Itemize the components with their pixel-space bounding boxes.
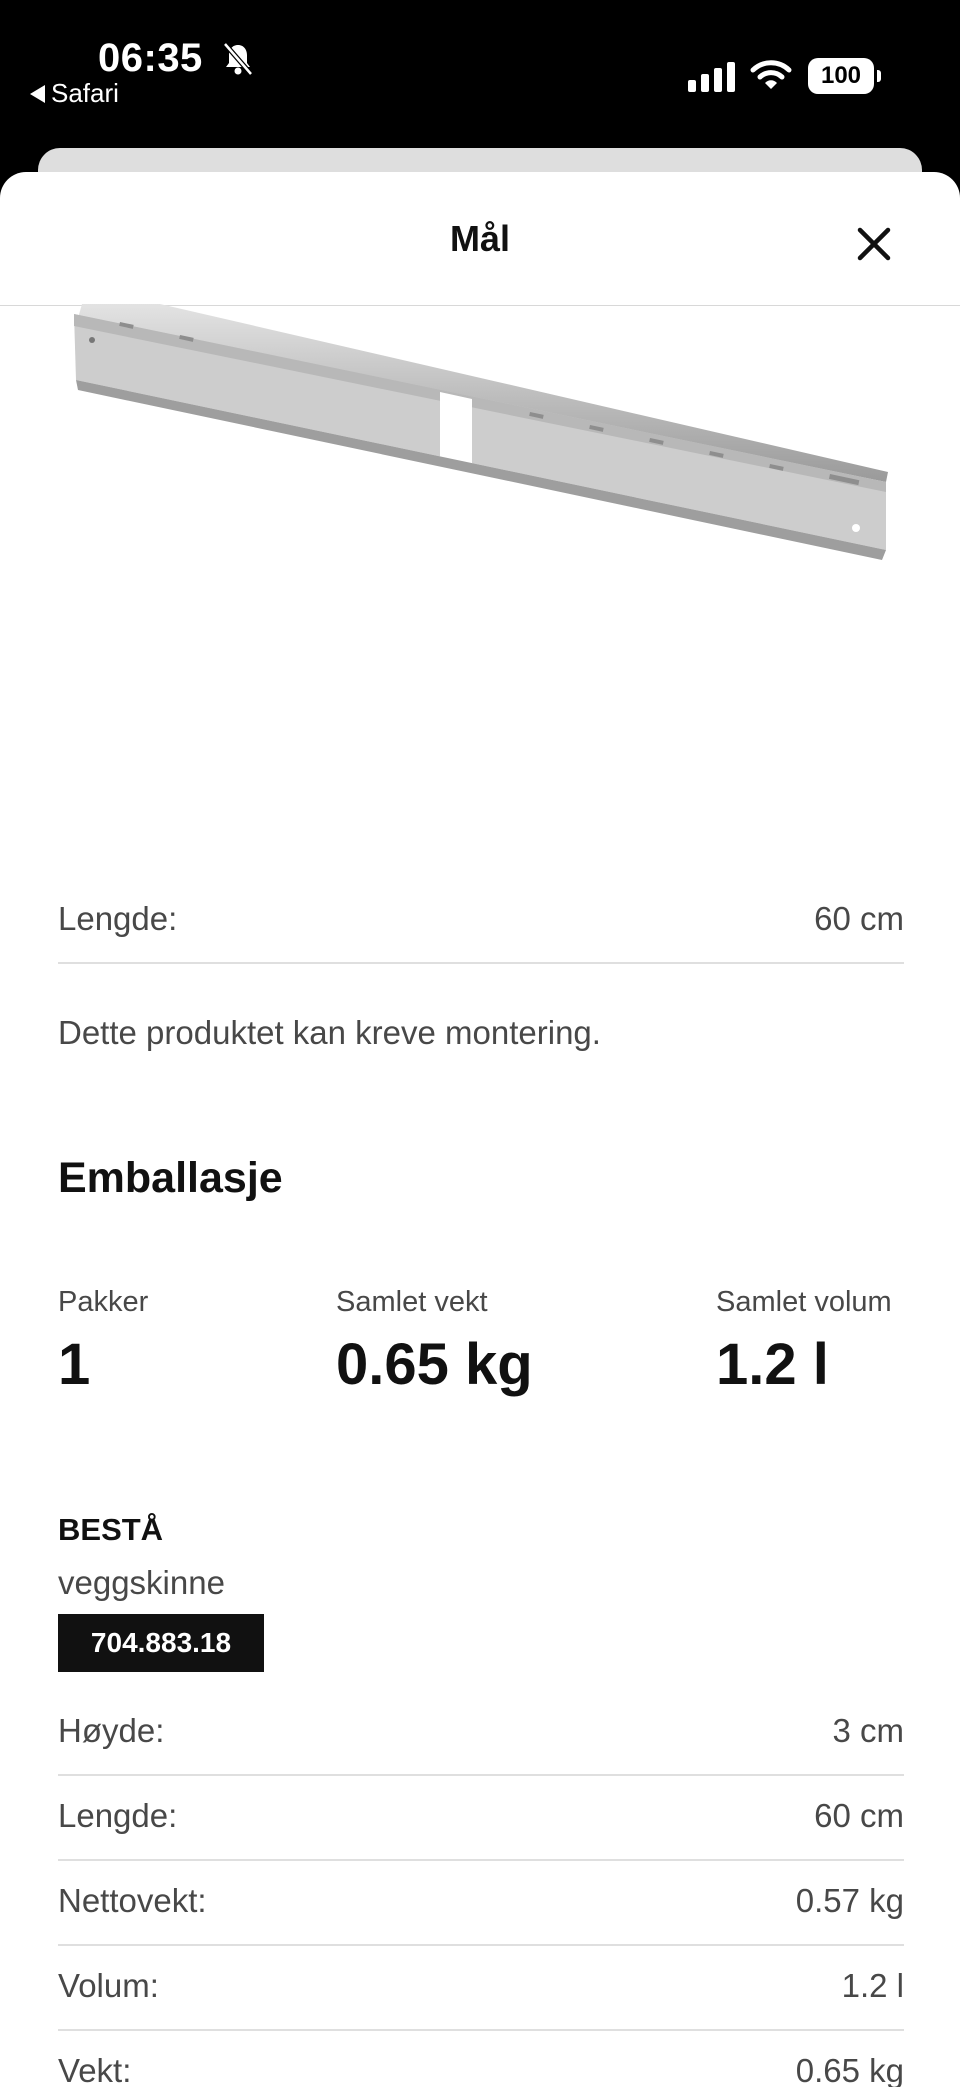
dimension-label: Lengde: <box>58 900 178 937</box>
back-triangle-icon <box>30 84 45 103</box>
dimensions-sheet: Mål Lengde: 60 cm Dette produktet kan kr… <box>0 172 960 2087</box>
close-icon <box>857 227 891 261</box>
stat-value: 1.2 l <box>716 1332 829 1397</box>
wifi-icon <box>750 60 792 89</box>
sheet-title: Mål <box>449 218 510 259</box>
spec-label: Nettovekt: <box>58 1882 207 1919</box>
total-weight-stat: Samlet vekt 0.65 kg <box>336 1286 533 1398</box>
close-button[interactable] <box>844 214 904 274</box>
stat-value: 1 <box>58 1332 91 1397</box>
spec-value: 3 cm <box>832 1712 904 1749</box>
dimension-row: Lengde: 60 cm <box>58 900 904 964</box>
spec-label: Vekt: <box>58 2052 132 2087</box>
spec-row: Nettovekt: 0.57 kg <box>58 1882 904 1946</box>
article-number-badge: 704.883.18 <box>58 1614 264 1672</box>
product-image <box>74 304 888 560</box>
back-to-safari-link[interactable]: Safari <box>30 78 119 109</box>
total-volume-stat: Samlet volum 1.2 l <box>716 1286 892 1398</box>
sheet-header: Mål <box>0 172 960 306</box>
packaging-title: Emballasje <box>58 1154 283 1202</box>
dimension-value: 60 cm <box>814 900 904 937</box>
bell-off-icon <box>223 42 253 76</box>
spec-label: Høyde: <box>58 1712 165 1749</box>
stat-value: 0.65 kg <box>336 1332 533 1397</box>
signal-icon <box>688 62 735 92</box>
stat-label: Samlet volum <box>716 1286 892 1318</box>
product-name: BESTÅ <box>58 1512 164 1547</box>
spec-value: 60 cm <box>814 1797 904 1834</box>
spec-row: Høyde: 3 cm <box>58 1712 904 1776</box>
back-app-label: Safari <box>51 78 119 108</box>
status-bar: 06:35 Safari 100 <box>0 0 960 148</box>
spec-row: Volum: 1.2 l <box>58 1967 904 2031</box>
status-time: 06:35 <box>98 36 203 80</box>
stat-label: Pakker <box>58 1286 149 1318</box>
spec-row: Vekt: 0.65 kg <box>58 2052 904 2087</box>
assembly-note: Dette produktet kan kreve montering. <box>58 1014 601 1051</box>
packages-stat: Pakker 1 <box>58 1286 148 1398</box>
battery-icon: 100 <box>808 58 881 94</box>
spec-value: 0.57 kg <box>795 1882 904 1919</box>
spec-row: Lengde: 60 cm <box>58 1797 904 1861</box>
spec-label: Lengde: <box>58 1797 178 1834</box>
product-description: veggskinne <box>58 1564 225 1601</box>
spec-label: Volum: <box>58 1967 159 2004</box>
stat-label: Samlet vekt <box>336 1286 488 1318</box>
spec-value: 1.2 l <box>841 1967 904 2004</box>
spec-value: 0.65 kg <box>795 2052 904 2087</box>
